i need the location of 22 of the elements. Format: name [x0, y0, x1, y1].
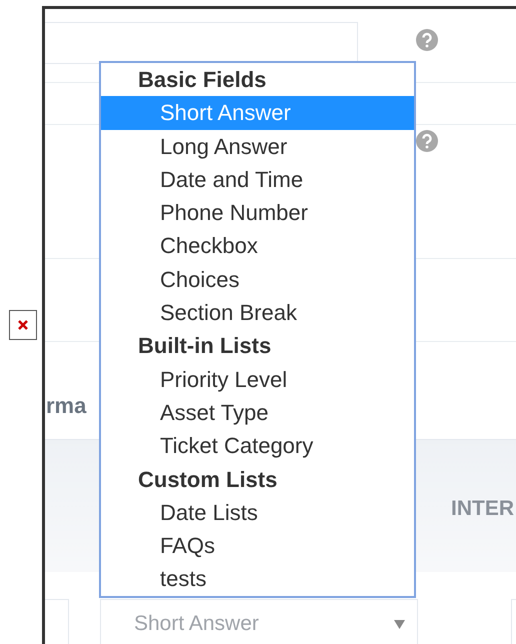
- help-icon[interactable]: [416, 29, 438, 51]
- column-heading: INTER: [451, 496, 514, 522]
- dropdown-option[interactable]: Priority Level: [101, 362, 414, 396]
- broken-image-icon: [9, 310, 37, 340]
- help-icon[interactable]: [416, 130, 438, 152]
- dropdown-option[interactable]: Long Answer: [101, 130, 414, 163]
- input-field[interactable]: [45, 599, 69, 644]
- dropdown-option[interactable]: Phone Number: [101, 196, 414, 230]
- group-heading: Built-in Lists: [137, 332, 272, 360]
- dropdown-option[interactable]: Choices: [101, 262, 414, 296]
- dropdown-option[interactable]: Date and Time: [101, 162, 414, 196]
- dropdown-option[interactable]: Asset Type: [101, 396, 414, 430]
- section-heading: rma: [46, 392, 86, 420]
- caret-icon: [394, 620, 405, 629]
- dropdown-option[interactable]: Section Break: [101, 296, 414, 330]
- dropdown-option[interactable]: FAQs: [101, 529, 414, 562]
- dropdown-option[interactable]: Date Lists: [101, 496, 414, 530]
- group-heading: Basic Fields: [137, 66, 268, 94]
- group-heading: Custom Lists: [137, 466, 278, 494]
- dropdown-option[interactable]: Ticket Category: [101, 429, 414, 463]
- dropdown-option[interactable]: Checkbox: [101, 229, 414, 263]
- dropdown-option[interactable]: tests: [101, 562, 414, 596]
